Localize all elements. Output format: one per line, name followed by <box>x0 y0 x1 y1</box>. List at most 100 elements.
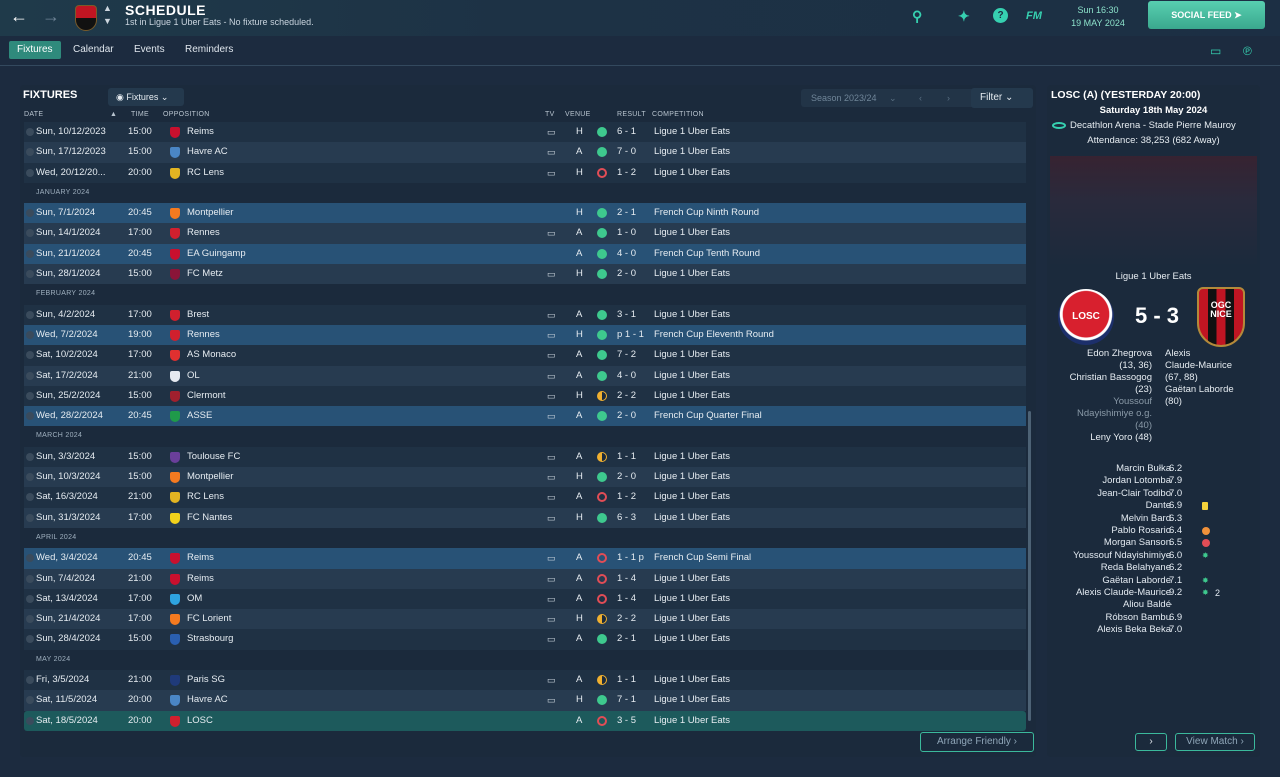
sort-up-icon[interactable]: ▲ <box>110 111 117 118</box>
fixture-row[interactable]: Sun, 4/2/2024 17:00 Brest ▭ A 3 - 1 Ligue 1 Ub… <box>24 304 1026 325</box>
competition-link[interactable]: Ligue 1 Uber Eats <box>654 629 730 649</box>
fixture-row[interactable]: Wed, 3/4/2024 20:45 Reims ▭ A 1 - 1 p French C… <box>24 548 1026 569</box>
player-rating-row[interactable]: Gaëtan Laborde 7.1 ✸ <box>1047 575 1260 587</box>
col-date[interactable]: DATE <box>24 111 43 118</box>
player-rating-row[interactable]: Dante 6.9 <box>1047 500 1260 512</box>
home-team-crest[interactable]: LOSC <box>1058 289 1114 345</box>
opposition-link[interactable]: Brest <box>187 305 209 325</box>
competition-link[interactable]: French Cup Eleventh Round <box>654 325 774 345</box>
competition-link[interactable]: Ligue 1 Uber Eats <box>654 589 730 609</box>
fixture-row[interactable]: Sun, 3/3/2024 15:00 Toulouse FC ▭ A 1 - 1 Ligu… <box>24 446 1026 468</box>
competition-link[interactable]: Ligue 1 Uber Eats <box>654 366 730 386</box>
chevron-left-icon[interactable]: ‹ <box>919 89 922 107</box>
competition-link[interactable]: Ligue 1 Uber Eats <box>654 386 730 406</box>
fixture-score[interactable]: 4 - 0 <box>617 244 636 264</box>
tab-fixtures[interactable]: Fixtures <box>9 41 61 59</box>
player-rating-row[interactable]: Róbson Bambu 6.9 <box>1047 612 1260 624</box>
back-arrow-icon[interactable]: ← <box>10 6 28 27</box>
player-name[interactable]: Marcin Bułka <box>1116 463 1171 475</box>
social-feed-button[interactable]: SOCIAL FEED ➤ <box>1148 1 1265 29</box>
col-time[interactable]: TIME <box>131 111 149 118</box>
col-tv[interactable]: TV <box>545 111 555 118</box>
trophy-icon[interactable]: ✦ <box>958 8 970 25</box>
player-name[interactable]: Alexis Claude-Maurice <box>1076 587 1171 599</box>
fixture-score[interactable]: 1 - 4 <box>617 589 636 609</box>
fixture-score[interactable]: p 1 - 1 <box>617 325 644 345</box>
arrange-friendly-button[interactable]: Arrange Friendly › <box>920 732 1034 752</box>
competition-link[interactable]: Ligue 1 Uber Eats <box>654 163 730 183</box>
player-name[interactable]: Gaëtan Laborde <box>1102 575 1171 587</box>
fixture-row[interactable]: Sat, 17/2/2024 21:00 OL ▭ A 4 - 0 Ligue 1 Uber… <box>24 365 1026 386</box>
fixture-row[interactable]: Sun, 7/1/2024 20:45 Montpellier H 2 - 1 Frenc… <box>24 203 1026 224</box>
competition-link[interactable]: Ligue 1 Uber Eats <box>654 670 730 690</box>
player-rating-row[interactable]: Marcin Bułka 6.2 <box>1047 463 1260 475</box>
fm-logo-icon[interactable]: FM <box>1026 10 1042 22</box>
opposition-link[interactable]: Toulouse FC <box>187 447 240 467</box>
competition-link[interactable]: French Cup Semi Final <box>654 548 751 568</box>
fixture-row[interactable]: Sat, 10/2/2024 17:00 AS Monaco ▭ A 7 - 2 Ligue… <box>24 345 1026 366</box>
view-match-button[interactable]: View Match › <box>1175 733 1255 751</box>
col-venue[interactable]: VENUE <box>565 111 591 118</box>
opposition-link[interactable]: Reims <box>187 569 214 589</box>
fixture-score[interactable]: 7 - 1 <box>617 690 636 710</box>
fixture-score[interactable]: 2 - 2 <box>617 386 636 406</box>
fixture-score[interactable]: 1 - 1 p <box>617 548 644 568</box>
fixture-score[interactable]: 7 - 0 <box>617 142 636 162</box>
search-icon[interactable]: ⚲ <box>912 8 922 25</box>
player-rating-row[interactable]: Melvin Bard 6.3 <box>1047 513 1260 525</box>
fixture-score[interactable]: 4 - 0 <box>617 366 636 386</box>
tab-reminders[interactable]: Reminders <box>177 41 241 59</box>
competition-link[interactable]: Ligue 1 Uber Eats <box>654 711 730 731</box>
player-name[interactable]: Pablo Rosario <box>1111 525 1171 537</box>
col-competition[interactable]: COMPETITION <box>652 111 704 118</box>
fixture-score[interactable]: 1 - 2 <box>617 487 636 507</box>
fixture-row[interactable]: Sun, 25/2/2024 15:00 Clermont ▭ H 2 - 2 Ligue … <box>24 385 1026 407</box>
competition-link[interactable]: Ligue 1 Uber Eats <box>654 467 730 487</box>
opposition-link[interactable]: AS Monaco <box>187 345 236 365</box>
opposition-link[interactable]: Rennes <box>187 223 220 243</box>
competition-link[interactable]: French Cup Tenth Round <box>654 244 760 264</box>
competition-link[interactable]: Ligue 1 Uber Eats <box>654 142 730 162</box>
fixture-row[interactable]: Sun, 17/12/2023 15:00 Havre AC ▭ A 7 - 0 Ligue… <box>24 142 1026 163</box>
fixture-row[interactable]: Sat, 16/3/2024 21:00 RC Lens ▭ A 1 - 2 Ligue 1… <box>24 487 1026 508</box>
opposition-link[interactable]: RC Lens <box>187 487 224 507</box>
opposition-link[interactable]: ASSE <box>187 406 212 426</box>
fixture-score[interactable]: 2 - 0 <box>617 467 636 487</box>
opposition-link[interactable]: Montpellier <box>187 203 233 223</box>
opposition-link[interactable]: Clermont <box>187 386 226 406</box>
fixture-score[interactable]: 1 - 4 <box>617 569 636 589</box>
monitor-icon[interactable]: ▭ <box>1210 44 1221 58</box>
season-selector[interactable]: Season 2023/24 ⌄ ‹ › <box>801 89 987 107</box>
competition-link[interactable]: Ligue 1 Uber Eats <box>654 305 730 325</box>
player-rating-row[interactable]: Alexis Claude-Maurice 9.2 ✸ 2 <box>1047 587 1260 599</box>
fixture-row[interactable]: Sat, 18/5/2024 20:00 LOSC A 3 - 5 Ligue 1 Ube… <box>24 710 1026 731</box>
fixture-row[interactable]: Sun, 21/1/2024 20:45 EA Guingamp A 4 - 0 Fren… <box>24 243 1026 265</box>
player-name[interactable]: Reda Belahyane <box>1101 562 1171 574</box>
club-crest-icon[interactable] <box>75 5 97 31</box>
fixture-score[interactable]: 2 - 0 <box>617 406 636 426</box>
fixture-score[interactable]: 3 - 1 <box>617 305 636 325</box>
fixture-row[interactable]: Sun, 10/12/2023 15:00 Reims ▭ H 6 - 1 Ligue 1 … <box>24 122 1026 143</box>
player-name[interactable]: Aliou Baldé <box>1123 599 1171 611</box>
fixture-score[interactable]: 7 - 2 <box>617 345 636 365</box>
paypal-icon[interactable]: ℗ <box>1243 44 1252 58</box>
player-rating-row[interactable]: Youssouf Ndayishimiye 6.0 ✸ <box>1047 550 1260 562</box>
player-name[interactable]: Jordan Lotomba <box>1102 475 1171 487</box>
fixture-row[interactable]: Wed, 28/2/2024 20:45 ASSE ▭ A 2 - 0 French Cup… <box>24 406 1026 427</box>
player-rating-row[interactable]: Reda Belahyane 6.2 <box>1047 562 1260 574</box>
competition-link[interactable]: Ligue 1 Uber Eats <box>654 345 730 365</box>
opposition-link[interactable]: OL <box>187 366 200 386</box>
fixture-score[interactable]: 1 - 1 <box>617 447 636 467</box>
player-rating-row[interactable]: Pablo Rosario 6.4 <box>1047 525 1260 537</box>
player-rating-row[interactable]: Alexis Beka Beka 7.0 <box>1047 624 1260 636</box>
competition-link[interactable]: Ligue 1 Uber Eats <box>654 122 730 142</box>
player-name[interactable]: Alexis Beka Beka <box>1097 624 1171 636</box>
fixture-row[interactable]: Sun, 10/3/2024 15:00 Montpellier ▭ H 2 - 0 Lig… <box>24 467 1026 488</box>
opposition-link[interactable]: FC Lorient <box>187 609 231 629</box>
fixture-row[interactable]: Sun, 31/3/2024 17:00 FC Nantes ▭ H 6 - 3 Ligue… <box>24 507 1026 528</box>
player-name[interactable]: Jean-Clair Todibo <box>1097 488 1171 500</box>
opposition-link[interactable]: Strasbourg <box>187 629 233 649</box>
opposition-link[interactable]: Reims <box>187 122 214 142</box>
fixture-score[interactable]: 3 - 5 <box>617 711 636 731</box>
fixture-score[interactable]: 2 - 1 <box>617 629 636 649</box>
